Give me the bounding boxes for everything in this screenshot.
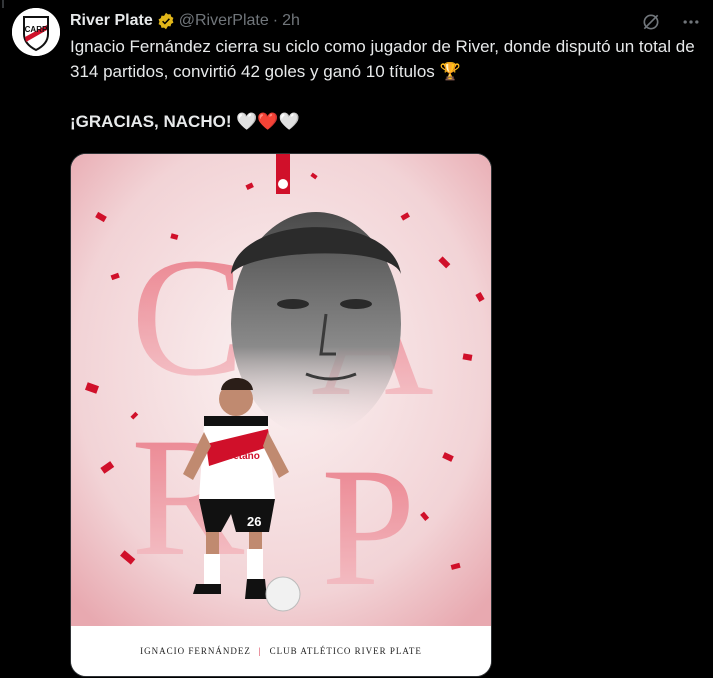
tweet-header: River Plate @RiverPlate · 2h [70,10,300,32]
more-options-icon[interactable] [677,10,705,34]
tweet-top-actions [637,10,705,34]
avatar[interactable]: CARP [12,8,60,56]
caption-player-name: Ignacio Fernández [140,646,251,656]
tweet-text: Ignacio Fernández cierra su ciclo como j… [70,34,706,134]
thread-line [2,0,4,8]
big-letter-p: P [321,433,416,621]
river-plate-crest-icon: CARP [12,8,60,56]
separator-dot: · [272,12,279,29]
ball [265,576,301,612]
tweet-image[interactable]: C A R P Betano 26 [70,153,492,677]
svg-text:CARP: CARP [25,25,48,34]
account-handle[interactable]: @RiverPlate [179,12,269,30]
tweet-text-thanks: ¡GRACIAS, NACHO! 🤍❤️🤍 [70,112,300,131]
farewell-graphic: C A R P Betano 26 [71,154,491,626]
account-name[interactable]: River Plate [70,12,153,30]
grok-icon[interactable] [637,10,665,34]
shirt-number: 26 [247,514,261,529]
tweet-text-paragraph: Ignacio Fernández cierra su ciclo como j… [70,37,695,81]
timestamp[interactable]: 2h [282,12,300,30]
caption-separator: | [258,646,262,656]
caption-club-name: Club Atlético River Plate [269,646,422,656]
image-caption: Ignacio Fernández | Club Atlético River … [71,626,491,676]
sponsor-text: Betano [226,451,260,462]
verified-badge-icon[interactable] [157,12,175,30]
